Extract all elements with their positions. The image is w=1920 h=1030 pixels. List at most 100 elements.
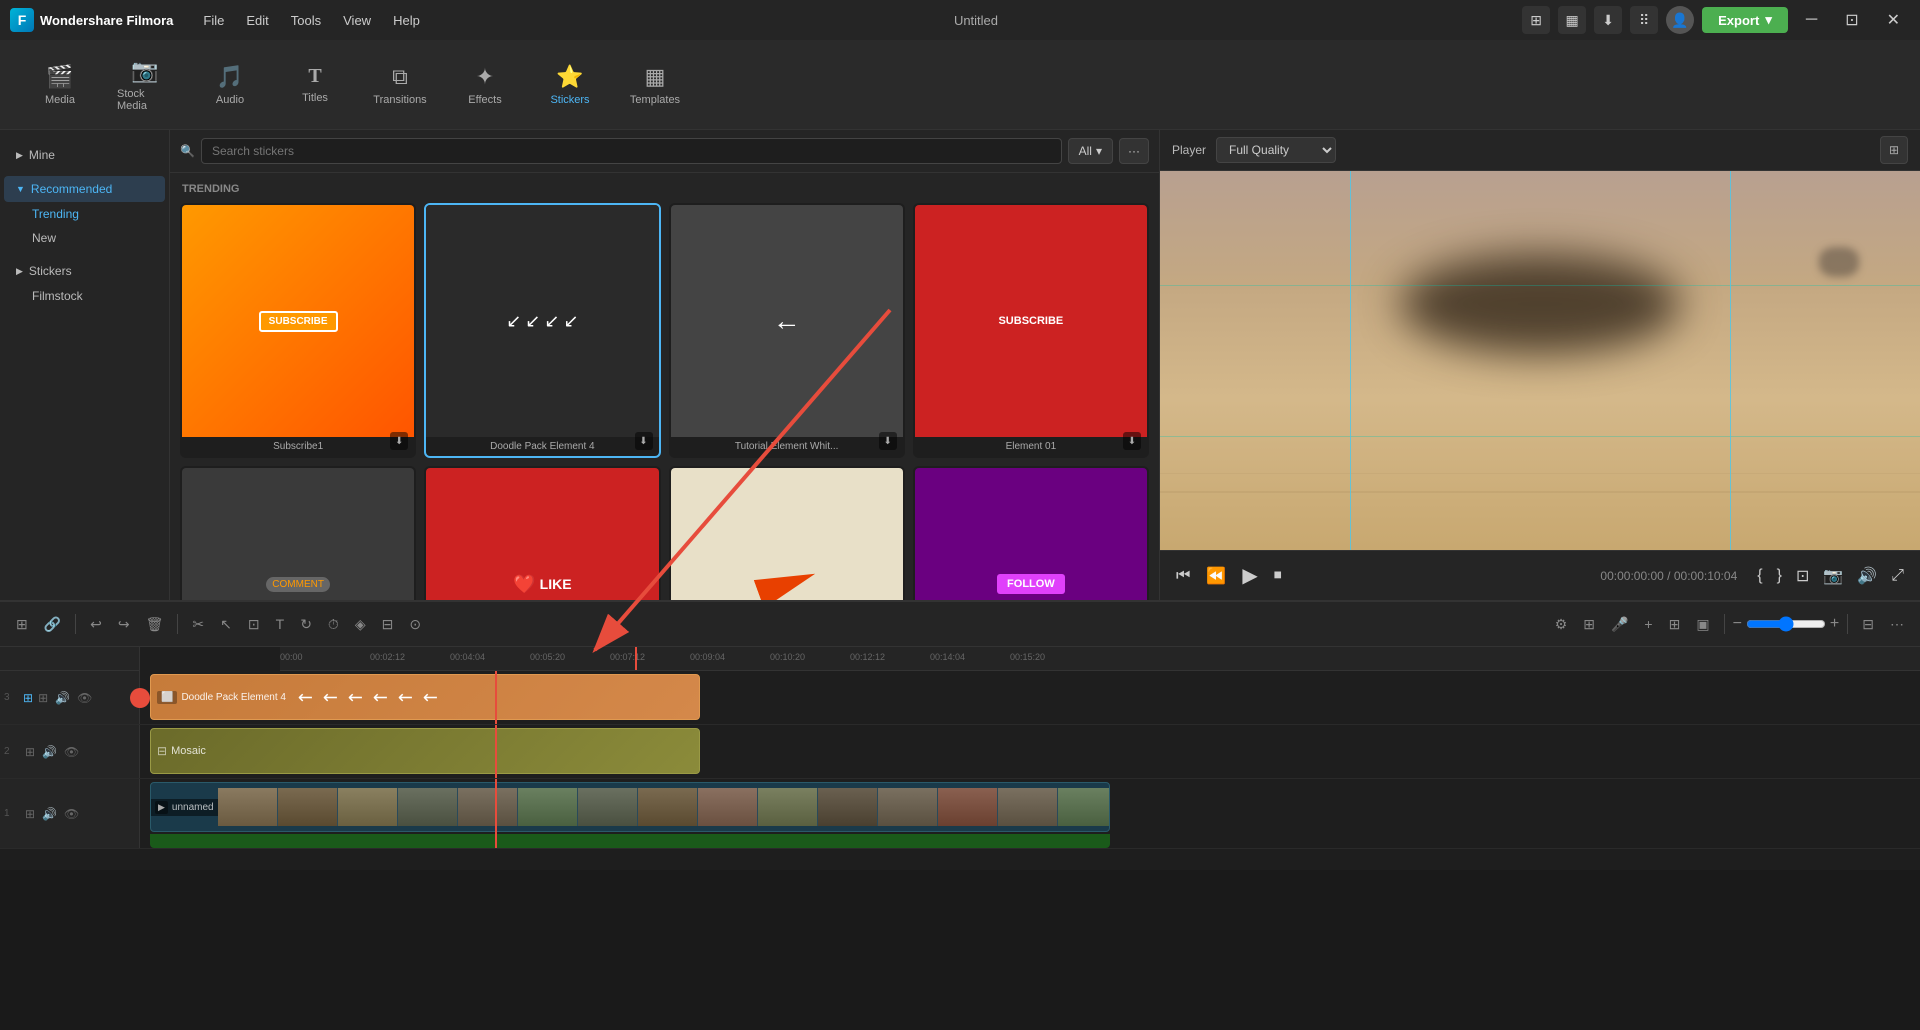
play-button[interactable]: ▶	[1238, 559, 1261, 592]
download-icon[interactable]: ⬇	[1594, 6, 1622, 34]
toolbar-titles[interactable]: T Titles	[275, 57, 355, 112]
view-toggle-button[interactable]: ⊟	[1856, 612, 1880, 637]
sticker-element02[interactable]: ❤️ LIKE Element 02 ⬇	[424, 466, 660, 600]
subscribe1-download-icon[interactable]: ⬇	[390, 432, 408, 450]
filter-button[interactable]: All ▾	[1068, 138, 1113, 164]
more-tl-button[interactable]: ⊙	[403, 612, 427, 637]
toolbar-transitions[interactable]: ⧉ Transitions	[360, 56, 440, 114]
layout-icon[interactable]: ▦	[1558, 6, 1586, 34]
export-button[interactable]: Export ▾	[1702, 7, 1788, 33]
stamp-button[interactable]: ▣	[1690, 612, 1715, 637]
more-view-button[interactable]: ⋯	[1884, 612, 1910, 637]
mosaic-clip-name: Mosaic	[171, 745, 206, 757]
text-button[interactable]: T	[270, 612, 291, 636]
more-options-button[interactable]: ···	[1119, 138, 1149, 164]
ruler-tick-9: 00:15:20	[1010, 652, 1045, 662]
cut-clip-button[interactable]: ⊞	[1577, 612, 1601, 637]
menu-edit[interactable]: Edit	[236, 9, 278, 32]
maximize-button[interactable]: ⊡	[1835, 6, 1868, 34]
toolbar-stock-media[interactable]: 📷 Stock Media	[105, 50, 185, 120]
track-video-copy[interactable]: ⊞	[23, 805, 37, 823]
mine-header[interactable]: ▶ Mine	[4, 142, 165, 168]
toolbar-effects[interactable]: ✦ Effects	[445, 56, 525, 114]
element01-download-icon[interactable]: ⬇	[1123, 432, 1141, 450]
track-video-audio[interactable]: 🔊	[40, 805, 59, 823]
transitions-label: Transitions	[373, 94, 426, 106]
fullscreen-button[interactable]: ⤢	[1887, 563, 1908, 589]
track-mosaic-audio[interactable]: 🔊	[40, 743, 59, 761]
timeline-area: ⊞ 🔗 ↩ ↪ 🗑 ✂ ↖ ⊡ T ↻ ⏱ ◈ ⊟ ⊙ ⚙ ⊞ 🎤 + ⊞ ▣ …	[0, 600, 1920, 870]
sticker-subscribe1[interactable]: SUBSCRIBE Subscribe1 ⬇	[180, 203, 416, 458]
sticker-element01[interactable]: SUBSCRIBE Element 01 ⬇	[913, 203, 1149, 458]
snap-icon[interactable]: ⊞	[1522, 6, 1550, 34]
mosaic-clip[interactable]: ⊟ Mosaic	[150, 728, 700, 774]
color-button[interactable]: ◈	[349, 612, 372, 637]
sticker-comment1[interactable]: COMMENT Comment1 ⬇	[180, 466, 416, 600]
zoom-out-button[interactable]: −	[1733, 615, 1742, 633]
video-clip[interactable]: ▶ unnamed	[150, 782, 1110, 832]
timeline-toolbar: ⊞ 🔗 ↩ ↪ 🗑 ✂ ↖ ⊡ T ↻ ⏱ ◈ ⊟ ⊙ ⚙ ⊞ 🎤 + ⊞ ▣ …	[0, 602, 1920, 647]
quality-select[interactable]: Full Quality Half Quality Quarter Qualit…	[1216, 137, 1336, 163]
track-video-eye[interactable]: 👁	[62, 805, 81, 823]
zoom-slider[interactable]	[1746, 616, 1826, 632]
player-expand-button[interactable]: ⊞	[1880, 136, 1908, 164]
menu-help[interactable]: Help	[383, 9, 430, 32]
new-item[interactable]: New	[4, 226, 165, 250]
menu-bar: File Edit Tools View Help	[193, 9, 429, 32]
speed-button[interactable]: ⏱	[322, 612, 345, 637]
mosaic-button[interactable]: ⊞	[1663, 612, 1687, 637]
select-button[interactable]: ↖	[214, 612, 238, 637]
sticker-clip[interactable]: ⬜ Doodle Pack Element 4 ↗ ↗ ↗ ↗ ↗ ↗	[150, 674, 700, 720]
tutorial-white-download-icon[interactable]: ⬇	[879, 432, 897, 450]
doodle4-download-icon[interactable]: ⬇	[635, 432, 653, 450]
track-sticker-audio[interactable]: 🔊	[53, 689, 72, 707]
menu-view[interactable]: View	[333, 9, 381, 32]
sticker-doodle4[interactable]: ↙ ↙ ↙ ↙ Doodle Pack Element 4 ⬇	[424, 203, 660, 458]
fit-button[interactable]: ⊡	[1792, 562, 1813, 590]
zoom-in-button[interactable]: +	[1830, 615, 1839, 633]
track-mosaic-eye[interactable]: 👁	[62, 743, 81, 761]
settings-tl-button[interactable]: ⚙	[1549, 612, 1574, 637]
menu-tools[interactable]: Tools	[281, 9, 331, 32]
rotate-button[interactable]: ↻	[294, 612, 318, 637]
track-mosaic-copy[interactable]: ⊞	[23, 743, 37, 761]
trending-item[interactable]: Trending	[4, 202, 165, 226]
mark-in-button[interactable]: {	[1753, 563, 1766, 589]
user-icon[interactable]: 👤	[1666, 6, 1694, 34]
link-button[interactable]: 🔗	[38, 612, 67, 637]
ruler-header	[0, 647, 140, 671]
apps-icon[interactable]: ⠿	[1630, 6, 1658, 34]
sticker-golf[interactable]: Golf Sports Game Pac... ⬇	[669, 466, 905, 600]
redo-button[interactable]: ↪	[112, 612, 136, 637]
adjust-button[interactable]: ⊟	[376, 612, 400, 637]
stop-button[interactable]: ⏹	[1270, 563, 1286, 589]
menu-file[interactable]: File	[193, 9, 234, 32]
toolbar-audio[interactable]: 🎵 Audio	[190, 56, 270, 114]
mark-out-button[interactable]: }	[1773, 563, 1786, 589]
skip-back-button[interactable]: ⏮	[1172, 563, 1194, 589]
undo-button[interactable]: ↩	[84, 612, 108, 637]
close-button[interactable]: ✕	[1877, 6, 1910, 34]
minimize-button[interactable]: ─	[1796, 7, 1827, 33]
record-button[interactable]: 🎤	[1605, 612, 1634, 637]
add-media-button[interactable]: ⊞	[10, 612, 34, 637]
frame-back-button[interactable]: ⏪	[1202, 562, 1230, 590]
track-sticker-eye[interactable]: 👁	[75, 689, 94, 707]
toolbar-media[interactable]: 🎬 Media	[20, 56, 100, 114]
stickers-header[interactable]: ▶ Stickers	[4, 258, 165, 284]
recommended-header[interactable]: ▼ Recommended	[4, 176, 165, 202]
sticker-element20[interactable]: FOLLOW Element 20 ⬇	[913, 466, 1149, 600]
sticker-tutorial-white[interactable]: ← Tutorial Element Whit... ⬇	[669, 203, 905, 458]
search-input[interactable]	[201, 138, 1062, 164]
toolbar-templates[interactable]: ▦ Templates	[615, 56, 695, 114]
add-track-button[interactable]: +	[1638, 612, 1658, 636]
cut-button[interactable]: ✂	[186, 612, 210, 637]
snapshot-button[interactable]: 📷	[1819, 562, 1847, 590]
volume-button[interactable]: 🔊	[1853, 562, 1881, 590]
toolbar-stickers[interactable]: ⭐ Stickers	[530, 56, 610, 114]
delete-button[interactable]: 🗑	[140, 612, 170, 637]
crop-button[interactable]: ⊡	[242, 612, 266, 637]
track-sticker-copy[interactable]: ⊞	[36, 689, 50, 707]
transitions-icon: ⧉	[392, 64, 408, 90]
filmstock-item[interactable]: Filmstock	[4, 284, 165, 308]
